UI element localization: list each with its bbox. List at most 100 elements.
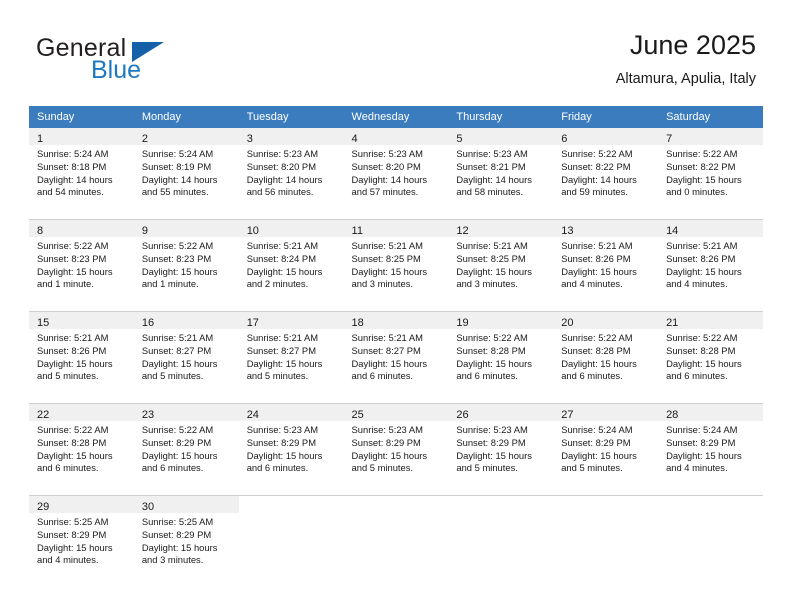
day-details: Sunrise: 5:21 AM Sunset: 8:24 PM Daylight:… xyxy=(239,237,344,291)
calendar-day-cell[interactable]: 5 Sunrise: 5:23 AM Sunset: 8:21 PM Daylight… xyxy=(448,128,554,220)
day-number-band: 16 xyxy=(133,312,239,329)
calendar-day-cell[interactable]: 26 Sunrise: 5:23 AM Sunset: 8:29 PM Dayligh… xyxy=(448,403,554,496)
day-cell-content: 10 Sunrise: 5:21 AM Sunset: 8:24 PM Dayligh… xyxy=(238,220,344,311)
day-details: Sunrise: 5:22 AM Sunset: 8:22 PM Daylight:… xyxy=(658,145,763,199)
day-details: Sunrise: 5:22 AM Sunset: 8:23 PM Daylight:… xyxy=(134,237,239,291)
day-number: 2 xyxy=(141,133,148,145)
calendar-page: General Blue June 2025 Altamura, Apulia,… xyxy=(0,0,792,612)
sunset-text: Sunset: 8:18 PM xyxy=(37,160,107,172)
day-cell-content: 27 Sunrise: 5:24 AM Sunset: 8:29 PM Dayligh… xyxy=(553,404,659,495)
brand-logo[interactable]: General Blue xyxy=(36,34,266,90)
day-number: 22 xyxy=(37,409,50,421)
sunset-text: Sunset: 8:28 PM xyxy=(561,344,631,356)
calendar-day-cell[interactable]: 11 Sunrise: 5:21 AM Sunset: 8:25 PM Dayligh… xyxy=(343,219,449,312)
sunset-text: Sunset: 8:21 PM xyxy=(456,160,526,172)
day-number-band: 4 xyxy=(343,128,449,145)
daylight-text-line1: Daylight: 15 hours xyxy=(246,265,323,277)
daylight-text-line1: Daylight: 15 hours xyxy=(37,357,113,369)
day-details: Sunrise: 5:25 AM Sunset: 8:29 PM Daylight:… xyxy=(29,513,134,567)
day-number-band xyxy=(553,496,658,513)
calendar-day-cell[interactable]: 25 Sunrise: 5:23 AM Sunset: 8:29 PM Dayligh… xyxy=(343,403,449,496)
day-details: Sunrise: 5:23 AM Sunset: 8:29 PM Daylight:… xyxy=(448,421,553,475)
day-number: 14 xyxy=(666,225,679,237)
calendar-day-cell[interactable]: 2 Sunrise: 5:24 AM Sunset: 8:19 PM Daylight… xyxy=(133,128,239,220)
calendar-day-cell[interactable]: 18 Sunrise: 5:21 AM Sunset: 8:27 PM Dayligh… xyxy=(343,311,449,404)
day-details: Sunrise: 5:21 AM Sunset: 8:26 PM Daylight:… xyxy=(658,237,763,291)
sunrise-text: Sunrise: 5:22 AM xyxy=(561,332,633,343)
calendar-day-cell[interactable]: 20 Sunrise: 5:22 AM Sunset: 8:28 PM Dayligh… xyxy=(553,311,659,404)
calendar-day-cell[interactable]: 30 Sunrise: 5:25 AM Sunset: 8:29 PM Dayligh… xyxy=(133,495,239,587)
calendar-day-cell[interactable]: 13 Sunrise: 5:21 AM Sunset: 8:26 PM Dayligh… xyxy=(553,219,659,312)
calendar-day-cell[interactable]: 12 Sunrise: 5:21 AM Sunset: 8:25 PM Dayligh… xyxy=(448,219,554,312)
calendar-day-cell[interactable]: 22 Sunrise: 5:22 AM Sunset: 8:28 PM Dayligh… xyxy=(29,403,134,496)
calendar-header-row: Sunday Monday Tuesday Wednesday Thursday… xyxy=(29,106,763,128)
daylight-text-line1: Daylight: 15 hours xyxy=(351,265,428,277)
day-number: 27 xyxy=(561,409,574,421)
day-number: 15 xyxy=(37,317,50,329)
day-number-band: 7 xyxy=(658,128,763,145)
calendar-day-cell[interactable]: 8 Sunrise: 5:22 AM Sunset: 8:23 PM Daylight… xyxy=(29,219,134,312)
day-cell-content: 15 Sunrise: 5:21 AM Sunset: 8:26 PM Dayligh… xyxy=(29,312,134,403)
calendar-day-cell[interactable]: 16 Sunrise: 5:21 AM Sunset: 8:27 PM Dayligh… xyxy=(133,311,239,404)
calendar-day-cell[interactable]: 21 Sunrise: 5:22 AM Sunset: 8:28 PM Dayligh… xyxy=(658,311,763,404)
calendar-day-cell[interactable]: 3 Sunrise: 5:23 AM Sunset: 8:20 PM Daylight… xyxy=(238,128,344,220)
calendar-day-cell[interactable]: 10 Sunrise: 5:21 AM Sunset: 8:24 PM Dayligh… xyxy=(238,219,344,312)
daylight-text-line2: and 54 minutes. xyxy=(37,186,104,198)
daylight-text-line2: and 6 minutes. xyxy=(666,370,728,382)
day-number-band: 30 xyxy=(133,496,239,513)
calendar-day-cell[interactable]: 6 Sunrise: 5:22 AM Sunset: 8:22 PM Daylight… xyxy=(553,128,659,220)
daylight-text-line2: and 6 minutes. xyxy=(246,462,309,474)
sunset-text: Sunset: 8:24 PM xyxy=(246,252,316,264)
calendar-day-cell[interactable]: 17 Sunrise: 5:21 AM Sunset: 8:27 PM Dayligh… xyxy=(238,311,344,404)
daylight-text-line2: and 4 minutes. xyxy=(561,278,623,290)
calendar-day-cell xyxy=(343,495,449,587)
daylight-text-line2: and 3 minutes. xyxy=(456,278,518,290)
calendar-week-row: 1 Sunrise: 5:24 AM Sunset: 8:18 PM Daylight… xyxy=(29,128,763,220)
calendar-day-cell[interactable]: 29 Sunrise: 5:25 AM Sunset: 8:29 PM Dayligh… xyxy=(29,495,134,587)
day-number: 23 xyxy=(141,409,155,421)
day-number-band: 3 xyxy=(238,128,344,145)
calendar-day-cell[interactable]: 24 Sunrise: 5:23 AM Sunset: 8:29 PM Dayligh… xyxy=(238,403,344,496)
day-number-band: 17 xyxy=(238,312,344,329)
day-details: Sunrise: 5:24 AM Sunset: 8:29 PM Daylight:… xyxy=(658,421,763,475)
daylight-text-line1: Daylight: 14 hours xyxy=(561,173,637,185)
sunset-text: Sunset: 8:26 PM xyxy=(666,252,736,264)
daylight-text-line1: Daylight: 15 hours xyxy=(561,357,637,369)
sunrise-text: Sunrise: 5:22 AM xyxy=(37,424,109,435)
calendar-day-cell[interactable]: 1 Sunrise: 5:24 AM Sunset: 8:18 PM Daylight… xyxy=(29,128,134,220)
day-number-band: 25 xyxy=(343,404,449,421)
day-number: 1 xyxy=(37,133,44,145)
calendar-day-cell[interactable]: 28 Sunrise: 5:24 AM Sunset: 8:29 PM Dayligh… xyxy=(658,403,763,496)
day-number: 13 xyxy=(561,225,574,237)
calendar-day-cell[interactable]: 7 Sunrise: 5:22 AM Sunset: 8:22 PM Daylight… xyxy=(658,128,763,220)
calendar-day-cell[interactable]: 27 Sunrise: 5:24 AM Sunset: 8:29 PM Dayligh… xyxy=(553,403,659,496)
calendar-day-cell[interactable]: 4 Sunrise: 5:23 AM Sunset: 8:20 PM Daylight… xyxy=(343,128,449,220)
day-details: Sunrise: 5:21 AM Sunset: 8:26 PM Daylight:… xyxy=(553,237,658,291)
day-number-band: 10 xyxy=(238,220,344,237)
daylight-text-line1: Daylight: 14 hours xyxy=(141,173,218,185)
sunrise-text: Sunrise: 5:22 AM xyxy=(666,332,738,343)
day-cell-content: 25 Sunrise: 5:23 AM Sunset: 8:29 PM Dayligh… xyxy=(343,404,449,495)
sunrise-text: Sunrise: 5:22 AM xyxy=(141,240,214,251)
sunset-text: Sunset: 8:25 PM xyxy=(456,252,526,264)
sunset-text: Sunset: 8:28 PM xyxy=(456,344,526,356)
sunset-text: Sunset: 8:29 PM xyxy=(351,436,421,448)
page-title: June 2025 xyxy=(629,30,756,60)
sunset-text: Sunset: 8:29 PM xyxy=(561,436,631,448)
brand-name-blue: Blue xyxy=(91,56,142,84)
day-number: 4 xyxy=(351,133,358,145)
day-number: 24 xyxy=(246,409,259,421)
calendar-day-cell[interactable]: 19 Sunrise: 5:22 AM Sunset: 8:28 PM Dayligh… xyxy=(448,311,554,404)
page-subtitle-location: Altamura, Apulia, Italy xyxy=(615,71,756,87)
calendar-day-cell[interactable]: 23 Sunrise: 5:22 AM Sunset: 8:29 PM Dayligh… xyxy=(133,403,239,496)
sunset-text: Sunset: 8:29 PM xyxy=(666,436,736,448)
day-details xyxy=(344,513,449,516)
sunrise-text: Sunrise: 5:23 AM xyxy=(456,148,528,159)
calendar-day-cell[interactable]: 15 Sunrise: 5:21 AM Sunset: 8:26 PM Dayligh… xyxy=(29,311,134,404)
day-details: Sunrise: 5:23 AM Sunset: 8:20 PM Daylight:… xyxy=(239,145,344,199)
calendar-day-cell[interactable]: 14 Sunrise: 5:21 AM Sunset: 8:26 PM Dayligh… xyxy=(658,219,763,312)
weekday-header-sunday: Sunday xyxy=(29,106,134,128)
calendar-day-cell[interactable]: 9 Sunrise: 5:22 AM Sunset: 8:23 PM Daylight… xyxy=(133,219,239,312)
sunrise-text: Sunrise: 5:21 AM xyxy=(456,240,528,251)
day-details: Sunrise: 5:24 AM Sunset: 8:29 PM Daylight:… xyxy=(553,421,658,475)
